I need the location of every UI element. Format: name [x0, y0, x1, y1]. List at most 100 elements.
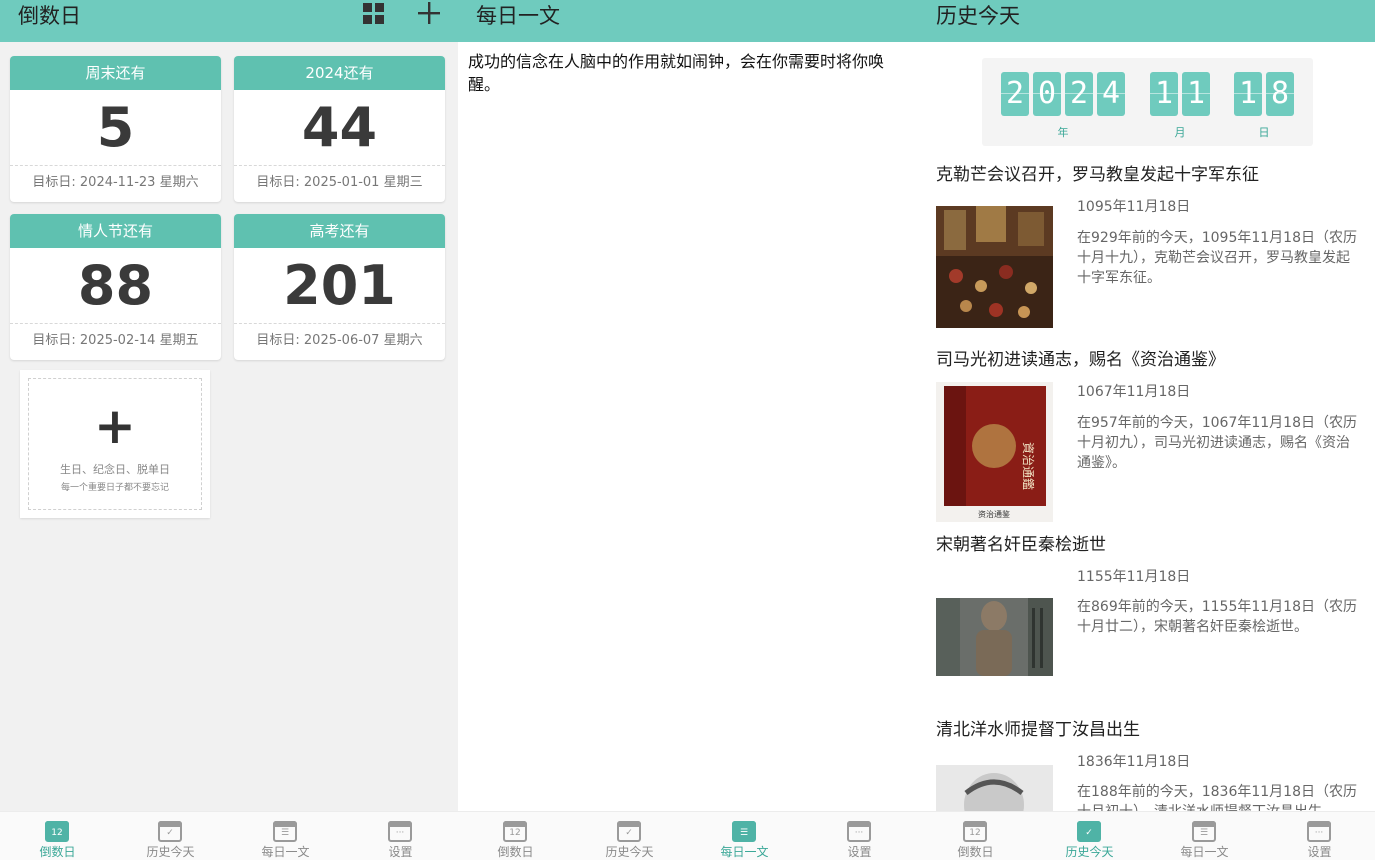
countdown-card[interactable]: 周末还有 5 目标日: 2024-11-23 星期六 — [10, 56, 221, 202]
nav-item-history[interactable]: ✓ 历史今天 — [1032, 812, 1147, 860]
event-image[interactable] — [936, 765, 1053, 811]
grid-view-icon[interactable] — [363, 3, 384, 24]
event-description: 在869年前的今天，1155年11月18日（农历十月廿二），宋朝著名奸臣秦桧逝世… — [1077, 599, 1357, 635]
nav-item-history[interactable]: ✓ 历史今天 — [572, 812, 687, 860]
event-title[interactable]: 清北洋水师提督丁汝昌出生 — [936, 718, 1140, 742]
year-unit: 年 — [1057, 126, 1069, 139]
daily-app-bar: 每日一文 — [458, 0, 918, 42]
page-title: 倒数日 — [18, 4, 81, 28]
event-date: 1836年11月18日 — [1077, 754, 1191, 770]
countdown-card[interactable]: 情人节还有 88 目标日: 2025-02-14 星期五 — [10, 214, 221, 360]
countdown-card[interactable]: 2024还有 44 目标日: 2025-01-01 星期三 — [234, 56, 445, 202]
nav-item-countdown[interactable]: 12 倒数日 — [918, 812, 1033, 860]
nav-item-settings[interactable]: ··· 设置 — [343, 812, 458, 860]
history-panel: 历史今天 2 0 2 4 1 1 1 8 年 月 日 克勒芒会议召开，罗马教皇发… — [918, 0, 1375, 860]
card-target-date: 目标日: 2025-06-07 星期六 — [256, 333, 423, 348]
settings-icon: ··· — [1307, 821, 1331, 842]
crusade-painting-image — [936, 206, 1053, 328]
calendar-icon: 12 — [963, 821, 987, 842]
nav-item-countdown[interactable]: 12 倒数日 — [458, 812, 573, 860]
settings-icon: ··· — [388, 821, 412, 842]
nav-label: 每日一文 — [1180, 845, 1229, 859]
event-image[interactable] — [936, 206, 1053, 328]
nav-item-daily[interactable]: ☰ 每日一文 — [687, 812, 802, 860]
page-title: 历史今天 — [936, 4, 1020, 28]
article-icon: ☰ — [273, 821, 297, 842]
nav-label: 倒数日 — [497, 845, 534, 859]
add-icon[interactable] — [418, 2, 440, 24]
book-set-image: 資治通鑑 资治通鉴 — [936, 382, 1053, 522]
card-target-date: 目标日: 2025-02-14 星期五 — [32, 333, 199, 348]
bottom-nav: 12 倒数日 ✓ 历史今天 ☰ 每日一文 ··· 设置 — [0, 811, 458, 860]
nav-label: 倒数日 — [957, 845, 994, 859]
card-label: 高考还有 — [234, 214, 445, 248]
countdown-app-bar: 倒数日 — [0, 0, 458, 42]
calendar-check-icon: ✓ — [617, 821, 641, 842]
bottom-nav: 12 倒数日 ✓ 历史今天 ☰ 每日一文 ··· 设置 — [918, 811, 1375, 860]
date-digit: 4 — [1097, 72, 1125, 116]
svg-text:資治通鑑: 資治通鑑 — [1021, 442, 1036, 490]
countdown-card[interactable]: 高考还有 201 目标日: 2025-06-07 星期六 — [234, 214, 445, 360]
bottom-nav: 12 倒数日 ✓ 历史今天 ☰ 每日一文 ··· 设置 — [458, 811, 918, 860]
nav-item-history[interactable]: ✓ 历史今天 — [113, 812, 228, 860]
nav-label: 设置 — [388, 845, 413, 859]
event-description: 在929年前的今天，1095年11月18日（农历十月十九），克勒芒会议召开，罗马… — [1077, 230, 1357, 286]
date-digit: 8 — [1266, 72, 1294, 116]
event-description: 在957年前的今天，1067年11月18日（农历十月初九），司马光初进读通志，赐… — [1077, 415, 1357, 471]
daily-panel: 每日一文 成功的信念在人脑中的作用就如闹钟，会在你需要时将你唤醒。 12 倒数日… — [458, 0, 918, 860]
calendar-check-icon: ✓ — [158, 821, 182, 842]
event-title[interactable]: 克勒芒会议召开，罗马教皇发起十字军东征 — [936, 163, 1259, 187]
event-image[interactable]: 資治通鑑 资治通鉴 — [936, 382, 1053, 522]
card-label: 2024还有 — [234, 56, 445, 90]
nav-label: 每日一文 — [261, 845, 310, 859]
event-title[interactable]: 宋朝著名奸臣秦桧逝世 — [936, 533, 1106, 557]
date-digit: 0 — [1033, 72, 1061, 116]
kneeling-statue-image — [936, 598, 1053, 676]
nav-item-daily[interactable]: ☰ 每日一文 — [228, 812, 343, 860]
date-digit: 1 — [1234, 72, 1262, 116]
nav-label: 设置 — [847, 845, 872, 859]
nav-item-settings[interactable]: ··· 设置 — [1262, 812, 1375, 860]
countdown-panel: 倒数日 周末还有 5 目标日: 2024-11-23 星期六 2024还有 44… — [0, 0, 458, 860]
date-digit: 1 — [1150, 72, 1178, 116]
add-countdown-card[interactable]: + 生日、纪念日、脱单日 每一个重要日子都不要忘记 — [20, 370, 210, 518]
calendar-check-icon: ✓ — [1077, 821, 1101, 842]
date-digit: 2 — [1065, 72, 1093, 116]
article-icon: ☰ — [1192, 821, 1216, 842]
nav-label: 历史今天 — [1065, 845, 1114, 859]
page-title: 每日一文 — [476, 4, 560, 28]
day-unit: 日 — [1258, 126, 1270, 139]
event-title[interactable]: 司马光初进读通志，赐名《资治通鉴》 — [936, 348, 1225, 372]
portrait-image — [936, 765, 1053, 811]
nav-item-countdown[interactable]: 12 倒数日 — [0, 812, 115, 860]
add-card-frame: + 生日、纪念日、脱单日 每一个重要日子都不要忘记 — [28, 378, 202, 510]
card-days: 88 — [10, 248, 221, 324]
nav-item-settings[interactable]: ··· 设置 — [802, 812, 917, 860]
nav-label: 设置 — [1307, 845, 1332, 859]
nav-label: 每日一文 — [720, 845, 769, 859]
nav-label: 历史今天 — [146, 845, 195, 859]
date-display: 2 0 2 4 1 1 1 8 年 月 日 — [982, 58, 1313, 146]
event-date: 1155年11月18日 — [1077, 569, 1191, 585]
plus-icon: + — [94, 397, 136, 455]
month-unit: 月 — [1174, 126, 1186, 139]
card-target-date: 目标日: 2024-11-23 星期六 — [32, 175, 199, 190]
card-days: 201 — [234, 248, 445, 324]
event-date: 1067年11月18日 — [1077, 384, 1191, 400]
daily-quote: 成功的信念在人脑中的作用就如闹钟，会在你需要时将你唤醒。 — [468, 52, 885, 94]
add-card-hint: 生日、纪念日、脱单日 — [60, 463, 170, 476]
add-card-subhint: 每一个重要日子都不要忘记 — [60, 483, 169, 493]
card-days: 5 — [10, 90, 221, 166]
article-icon: ☰ — [732, 821, 756, 842]
history-app-bar: 历史今天 — [918, 0, 1375, 42]
date-digit: 2 — [1001, 72, 1029, 116]
event-date: 1095年11月18日 — [1077, 199, 1191, 215]
card-label: 情人节还有 — [10, 214, 221, 248]
event-image[interactable] — [936, 598, 1053, 676]
card-target-date: 目标日: 2025-01-01 星期三 — [256, 175, 423, 190]
card-days: 44 — [234, 90, 445, 166]
nav-label: 倒数日 — [39, 845, 76, 859]
nav-label: 历史今天 — [605, 845, 654, 859]
settings-icon: ··· — [847, 821, 871, 842]
nav-item-daily[interactable]: ☰ 每日一文 — [1147, 812, 1262, 860]
